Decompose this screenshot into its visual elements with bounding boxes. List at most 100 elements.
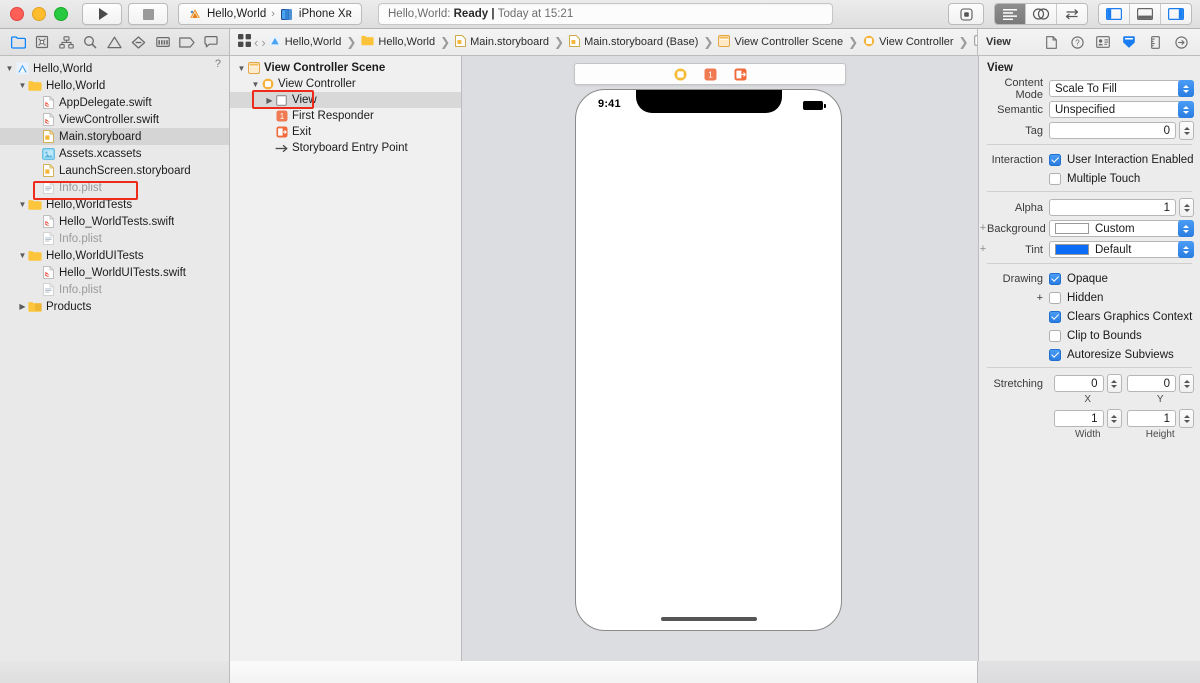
disclosure-triangle-open-icon[interactable]: ▼ <box>17 247 28 264</box>
find-navigator-icon[interactable] <box>82 34 99 51</box>
clip-to-bounds-checkbox[interactable] <box>1049 329 1061 342</box>
standard-editor-button[interactable] <box>995 4 1026 24</box>
outline-row[interactable]: ▼ View Controller Scene <box>230 60 461 76</box>
issue-navigator-icon[interactable] <box>106 34 123 51</box>
disclosure-triangle-open-icon[interactable]: ▼ <box>236 60 247 77</box>
connections-inspector-icon[interactable] <box>1173 34 1189 50</box>
project-navigator-icon[interactable] <box>10 34 27 51</box>
stop-button[interactable] <box>128 3 168 25</box>
navigator-row[interactable]: ▶ Info.plist <box>0 230 229 247</box>
multiple-touch-checkbox[interactable] <box>1049 172 1061 185</box>
alpha-input[interactable]: 1 <box>1049 199 1176 216</box>
disclosure-triangle-open-icon[interactable]: ▼ <box>250 76 261 93</box>
navigator-row[interactable]: ▶ Info.plist <box>0 281 229 298</box>
zoom-window-button[interactable] <box>54 7 68 21</box>
stretching-height-input[interactable]: 1 <box>1126 410 1176 427</box>
close-window-button[interactable] <box>10 7 24 21</box>
project-navigator[interactable]: ? ▼Hello,World▼Hello,World▶AppDelegate.s… <box>0 56 230 661</box>
inspector-toggle-button[interactable] <box>1161 4 1191 24</box>
storyboard-canvas[interactable]: 1 9:41 <box>462 56 978 661</box>
navigator-toggle-button[interactable] <box>1099 4 1130 24</box>
navigator-row[interactable]: ▶ Hello_WorldTests.swift <box>0 213 229 230</box>
autoresize-subviews-checkbox[interactable] <box>1049 348 1061 361</box>
outline-row[interactable]: ▶ Exit <box>230 124 461 140</box>
navigator-row[interactable]: ▶ Info.plist <box>0 179 229 196</box>
disclosure-triangle-open-icon[interactable]: ▼ <box>17 196 28 213</box>
version-editor-button[interactable] <box>1057 4 1087 24</box>
hidden-checkbox[interactable] <box>1049 291 1061 304</box>
disclosure-triangle-closed-icon[interactable]: ▶ <box>17 298 28 315</box>
navigator-row[interactable]: ▶ AppDelegate.swift <box>0 94 229 111</box>
alpha-stepper[interactable] <box>1179 198 1194 217</box>
navigator-row[interactable]: ▶ Products <box>0 298 229 315</box>
file-inspector-icon[interactable] <box>1043 34 1059 50</box>
breakpoint-navigator-icon[interactable] <box>178 34 195 51</box>
first-responder-dock-icon[interactable]: 1 <box>703 67 717 81</box>
disclosure-triangle-open-icon[interactable]: ▼ <box>4 60 15 77</box>
stretching-height-stepper[interactable] <box>1179 409 1194 428</box>
minimize-window-button[interactable] <box>32 7 46 21</box>
navigator-row[interactable]: ▶ ViewController.swift <box>0 111 229 128</box>
outline-row[interactable]: ▼ View Controller <box>230 76 461 92</box>
debug-navigator-icon[interactable] <box>154 34 171 51</box>
identity-inspector-icon[interactable] <box>1095 34 1111 50</box>
related-items-icon[interactable] <box>238 34 251 50</box>
breadcrumb-item-scene[interactable]: View Controller Scene <box>718 34 843 50</box>
background-color-popup[interactable]: Custom <box>1049 220 1194 237</box>
source-control-navigator-icon[interactable] <box>34 34 51 51</box>
breadcrumb-item-storyboard[interactable]: Main.storyboard <box>455 34 549 50</box>
drawing-add-variation-button[interactable]: + <box>979 292 1049 304</box>
outline-row[interactable]: ▶ 1 First Responder <box>230 108 461 124</box>
canvas-bottom-bar[interactable] <box>230 661 978 683</box>
symbol-navigator-icon[interactable] <box>58 34 75 51</box>
semantic-popup[interactable]: Unspecified <box>1049 101 1194 118</box>
stretching-y-stepper[interactable] <box>1179 374 1194 393</box>
navigator-row[interactable]: ▼ Hello,WorldUITests <box>0 247 229 264</box>
clears-graphics-context-checkbox[interactable] <box>1049 310 1061 323</box>
navigator-row[interactable]: ▼ Hello,World <box>0 60 229 77</box>
jump-forward-button[interactable]: › <box>261 35 265 50</box>
size-inspector-icon[interactable] <box>1147 34 1163 50</box>
navigator-row[interactable]: ▼ Hello,WorldTests <box>0 196 229 213</box>
assistant-editor-button[interactable] <box>1026 4 1057 24</box>
navigator-row[interactable]: ▶ Main.storyboard <box>0 128 229 145</box>
chevron-updown-icon[interactable] <box>1178 241 1194 258</box>
breadcrumb-item-view-controller[interactable]: View Controller <box>863 35 954 50</box>
navigator-row[interactable]: ▶ Assets.xcassets <box>0 145 229 162</box>
navigator-row[interactable]: ▶ Hello_WorldUITests.swift <box>0 264 229 281</box>
content-mode-popup[interactable]: Scale To Fill <box>1049 80 1194 97</box>
stretching-x-input[interactable]: 0 <box>1054 375 1104 392</box>
stretching-x-stepper[interactable] <box>1106 374 1122 393</box>
stretching-width-stepper[interactable] <box>1106 409 1122 428</box>
report-navigator-icon[interactable] <box>202 34 219 51</box>
chevron-updown-icon[interactable] <box>1178 101 1194 118</box>
opaque-checkbox[interactable] <box>1049 272 1061 285</box>
breadcrumb-item-storyboard-base[interactable]: Main.storyboard (Base) <box>569 34 698 50</box>
view-controller-dock-icon[interactable] <box>673 67 687 81</box>
run-button[interactable] <box>82 3 122 25</box>
tag-input[interactable]: 0 <box>1049 122 1176 139</box>
disclosure-triangle-open-icon[interactable]: ▼ <box>17 77 28 94</box>
exit-dock-icon[interactable] <box>733 67 747 81</box>
document-outline[interactable]: ▼ View Controller Scene ▼ View Controller ▶ V… <box>230 56 462 661</box>
outline-row[interactable]: ▶ Storyboard Entry Point <box>230 140 461 156</box>
stretching-width-input[interactable]: 1 <box>1054 410 1104 427</box>
background-add-variation-button[interactable]: + <box>979 219 987 238</box>
quick-help-inspector-icon[interactable]: ? <box>1069 34 1085 50</box>
attributes-inspector-icon[interactable] <box>1121 34 1137 50</box>
library-button[interactable] <box>948 3 984 25</box>
iphone-device-preview[interactable]: 9:41 <box>575 89 842 631</box>
scheme-device-selector[interactable]: Hello,World › iPhone Xʀ <box>178 3 362 25</box>
navigator-filter-bar[interactable] <box>0 661 230 683</box>
breadcrumb-item-group[interactable]: Hello,World <box>361 35 435 49</box>
breadcrumb-item-project[interactable]: Hello,World <box>269 35 341 50</box>
debug-area-toggle-button[interactable] <box>1130 4 1161 24</box>
tint-add-variation-button[interactable]: + <box>979 240 987 259</box>
navigator-row[interactable]: ▼ Hello,World <box>0 77 229 94</box>
tag-stepper[interactable] <box>1179 121 1194 140</box>
navigator-row[interactable]: ▶ LaunchScreen.storyboard <box>0 162 229 179</box>
jump-back-button[interactable]: ‹ <box>254 35 258 50</box>
attributes-inspector-panel[interactable]: View Content Mode Scale To Fill Semantic… <box>978 56 1200 661</box>
tint-color-popup[interactable]: Default <box>1049 241 1194 258</box>
disclosure-triangle-closed-icon[interactable]: ▶ <box>264 92 275 109</box>
